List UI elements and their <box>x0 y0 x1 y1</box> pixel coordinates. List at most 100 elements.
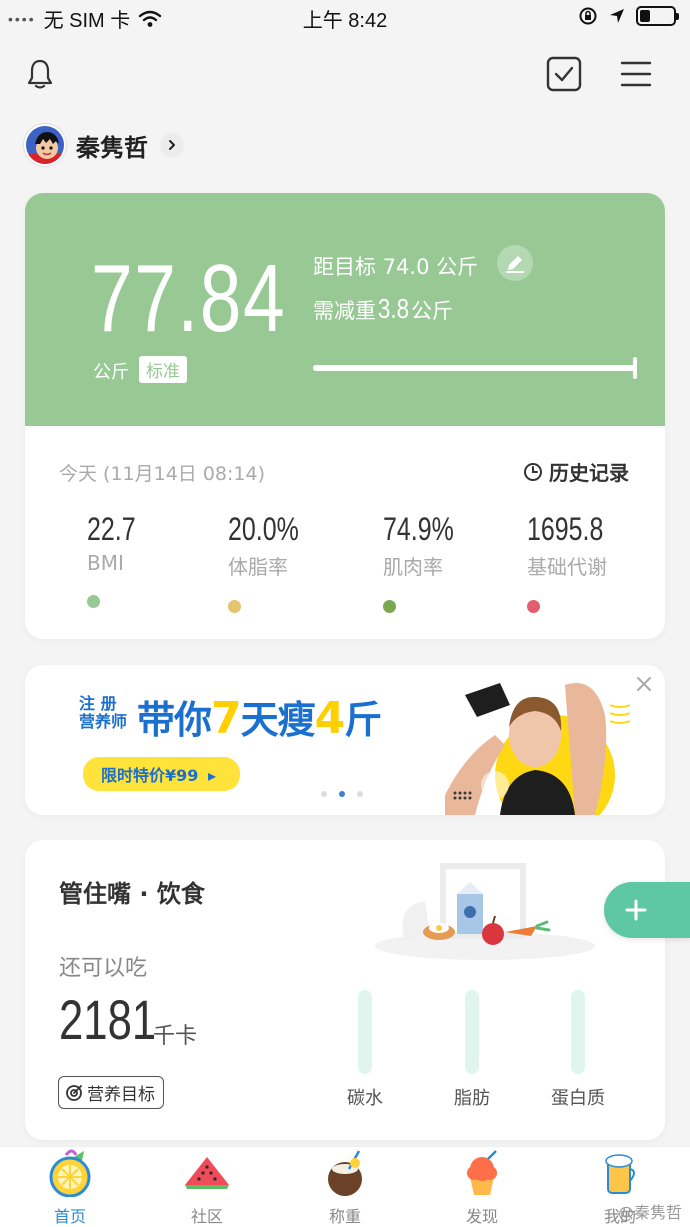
watermark-text: @秦隽哲 <box>617 1203 682 1222</box>
weight-unit: 公斤 <box>93 362 129 383</box>
banner-tagline-line: 注 册 <box>79 694 117 713</box>
macro-fat: 脂肪 <box>432 990 512 1110</box>
metric-status-dot <box>527 600 540 613</box>
plus-icon <box>625 899 647 921</box>
macro-label: 蛋白质 <box>551 1088 605 1109</box>
weight-card: 77.84 公斤 标准 距目标 74.0 公斤 需减重 3.8 公斤 今天 (1… <box>25 193 665 639</box>
metric-muscle[interactable]: 74.9% 肌肉率 <box>383 513 474 613</box>
metric-bmi[interactable]: 22.7 BMI <box>87 513 149 608</box>
macro-protein: 蛋白质 <box>538 990 618 1110</box>
bottom-tab-bar: 首页 社区 称重 发现 我的 @秦隽哲 <box>0 1146 690 1227</box>
goal-progress-end <box>633 357 637 379</box>
watermelon-icon <box>185 1157 229 1189</box>
battery-icon <box>636 6 679 26</box>
history-button[interactable]: 历史记录 <box>523 457 629 486</box>
headline-part: 天瘦 <box>240 698 316 742</box>
nutrition-goal-button[interactable]: 营养目标 <box>58 1076 164 1109</box>
weight-value: 77.84 <box>91 245 287 352</box>
metric-value: 1695.8 <box>527 511 604 547</box>
pagination-dot <box>321 791 327 797</box>
user-name: 秦隽哲 <box>76 133 148 162</box>
chevron-right-icon: ▸ <box>207 766 217 785</box>
coconut-icon <box>328 1150 362 1196</box>
metric-label: 肌肉率 <box>383 555 443 579</box>
drink-icon <box>605 1154 635 1194</box>
nutrition-goal-label: 营养目标 <box>87 1085 155 1105</box>
tab-discover[interactable]: 发现 <box>432 1149 532 1226</box>
tab-label: 社区 <box>190 1207 223 1226</box>
fitness-model-image <box>445 683 631 815</box>
tab-weigh[interactable]: 称重 <box>295 1149 395 1226</box>
calorie-unit: 千卡 <box>153 1024 198 1049</box>
menu-icon[interactable] <box>612 50 660 98</box>
metric-body-fat[interactable]: 20.0% 体脂率 <box>228 513 319 613</box>
edit-goal-button[interactable] <box>497 245 533 281</box>
pagination-dot <box>339 791 345 797</box>
banner-price-label: 限时特价¥99 <box>101 766 199 785</box>
tab-label: 发现 <box>465 1207 498 1226</box>
need-value: 3.8 <box>377 293 410 324</box>
diet-title: 管住嘴 · 饮食 <box>59 880 205 908</box>
lemon-icon <box>49 1149 91 1198</box>
chevron-right-icon <box>160 133 184 157</box>
need-prefix: 需减重 <box>313 299 376 323</box>
checklist-icon[interactable] <box>540 50 588 98</box>
headline-part: 7 <box>211 693 242 744</box>
macro-label: 脂肪 <box>454 1088 490 1109</box>
banner-headline: 带你7天瘦4斤 <box>137 689 382 744</box>
headline-part: 斤 <box>344 698 382 742</box>
metric-label: BMI <box>87 551 124 575</box>
food-illustration <box>375 863 595 960</box>
notification-bell-icon[interactable] <box>16 50 64 98</box>
metric-status-dot <box>383 600 396 613</box>
pencil-icon <box>506 256 524 273</box>
metric-value: 74.9% <box>383 511 454 547</box>
metric-value: 20.0% <box>228 511 299 547</box>
diet-card[interactable]: 管住嘴 · 饮食 还可以吃 2181 千卡 营养目标 碳水 脂肪 蛋白质 <box>25 840 665 1140</box>
banner-tagline-line: 营养师 <box>79 712 128 731</box>
remaining-calories: 2181 <box>59 988 157 1051</box>
goal-weight-text: 距目标 74.0 公斤 <box>313 255 479 279</box>
pagination-dot <box>357 791 363 797</box>
add-food-button[interactable] <box>604 882 690 938</box>
metric-status-dot <box>87 595 100 608</box>
tab-label: 首页 <box>53 1207 86 1226</box>
metric-value: 22.7 <box>87 511 136 547</box>
remaining-label: 还可以吃 <box>59 956 148 981</box>
metric-status-dot <box>228 600 241 613</box>
banner-tagline: 注 册 营养师 <box>79 695 127 731</box>
weight-status-badge: 标准 <box>139 356 187 383</box>
need-unit: 公斤 <box>410 299 453 323</box>
goal-progress-fill <box>313 365 635 371</box>
avatar <box>24 124 66 166</box>
user-switcher[interactable]: 秦隽哲 <box>24 122 184 168</box>
rotation-lock-icon <box>579 7 597 25</box>
banner-pagination <box>321 791 363 797</box>
macro-label: 碳水 <box>347 1088 383 1109</box>
close-icon[interactable] <box>633 673 655 695</box>
promo-banner[interactable]: 注 册 营养师 带你7天瘦4斤 限时特价¥99 ▸ <box>25 665 665 815</box>
weight-summary: 77.84 公斤 标准 距目标 74.0 公斤 需减重 3.8 公斤 <box>25 193 665 426</box>
headline-part: 4 <box>314 693 346 744</box>
metric-label: 基础代谢 <box>527 555 607 579</box>
metric-label: 体脂率 <box>228 555 288 579</box>
clock-icon <box>524 462 542 481</box>
macro-carbs: 碳水 <box>325 990 405 1110</box>
metric-bmr[interactable]: 1695.8 基础代谢 <box>527 513 625 613</box>
history-label: 历史记录 <box>549 461 629 485</box>
location-arrow-icon <box>610 9 624 23</box>
macro-bar <box>571 990 585 1074</box>
tab-community[interactable]: 社区 <box>157 1149 257 1226</box>
goal-progress-bar <box>313 357 637 379</box>
tab-home[interactable]: 首页 <box>20 1149 120 1226</box>
cupcake-icon <box>467 1150 497 1195</box>
measurement-time: 今天 (11月14日 08:14) <box>59 463 266 485</box>
top-nav <box>0 40 690 104</box>
banner-price-pill[interactable]: 限时特价¥99 ▸ <box>83 757 241 791</box>
macro-bar <box>358 990 372 1074</box>
status-bar: •••• 无 SIM 卡 上午 8:42 <box>0 0 690 34</box>
tab-label: 称重 <box>328 1207 361 1226</box>
headline-part: 带你 <box>137 698 212 742</box>
macro-bar <box>465 990 479 1074</box>
weight-to-lose: 需减重 3.8 公斤 <box>313 293 453 325</box>
